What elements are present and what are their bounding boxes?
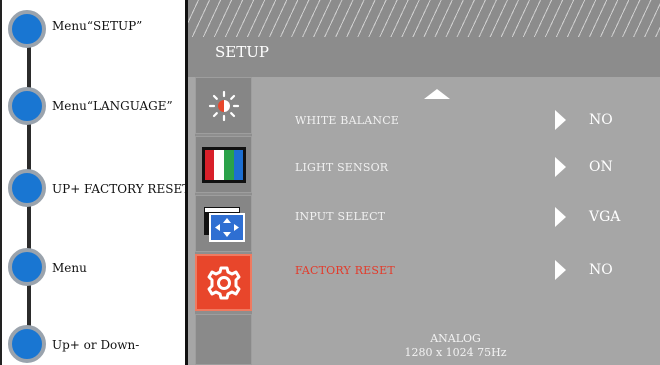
scroll-up-icon[interactable] [424,89,450,99]
step-dot-icon [8,169,46,207]
step-dot-icon [8,10,46,48]
chevron-right-icon [555,157,566,177]
tab-brightness[interactable] [195,77,252,134]
step-label: Menu“SETUP” [52,19,143,33]
chevron-right-icon [555,260,566,280]
step-dot-icon [8,87,46,125]
instruction-guide: Menu“SETUP” Menu“LANGUAGE” UP+ FACTORY R… [0,0,191,365]
gear-icon [207,266,240,299]
step-4: Menu [8,248,188,288]
menu-item-input-select[interactable]: INPUT SELECT [295,210,385,223]
tab-setup[interactable] [195,254,252,311]
step-label: Up+ or Down- [52,338,140,352]
light-sensor-value: ON [589,159,613,175]
step-1: Menu“SETUP” [8,10,188,50]
tab-input[interactable] [195,195,252,252]
hatch-header [188,0,660,38]
step-dot-icon [8,325,46,363]
signal-resolution: 1280 x 1024 75Hz [404,346,507,359]
signal-source: ANALOG [430,332,481,345]
osd-menu: SETUP WHITE BALANCE NO LIGHT SENSOR ON I… [185,0,660,365]
step-5: Up+ or Down- [8,325,188,365]
menu-item-white-balance[interactable]: WHITE BALANCE [295,114,399,127]
category-icon-column [195,77,252,365]
step-dot-icon [8,248,46,286]
chevron-right-icon [555,207,566,227]
step-3: UP+ FACTORY RESET [8,169,191,209]
input-source-icon [203,206,245,242]
factory-reset-value: NO [589,262,613,278]
menu-item-factory-reset[interactable]: FACTORY RESET [295,264,395,277]
step-label: Menu [52,261,87,275]
color-bars-icon [201,146,246,183]
brightness-icon [208,90,239,121]
tab-color[interactable] [195,136,252,193]
step-2: Menu“LANGUAGE” [8,87,188,127]
input-select-value: VGA [589,209,621,225]
chevron-right-icon [555,110,566,130]
menu-item-light-sensor[interactable]: LIGHT SENSOR [295,161,388,174]
white-balance-value: NO [589,112,613,128]
step-label: UP+ FACTORY RESET [52,182,191,196]
step-label: Menu“LANGUAGE” [52,99,173,113]
signal-info: ANALOG 1280 x 1024 75Hz [188,332,660,360]
menu-title: SETUP [215,43,269,61]
